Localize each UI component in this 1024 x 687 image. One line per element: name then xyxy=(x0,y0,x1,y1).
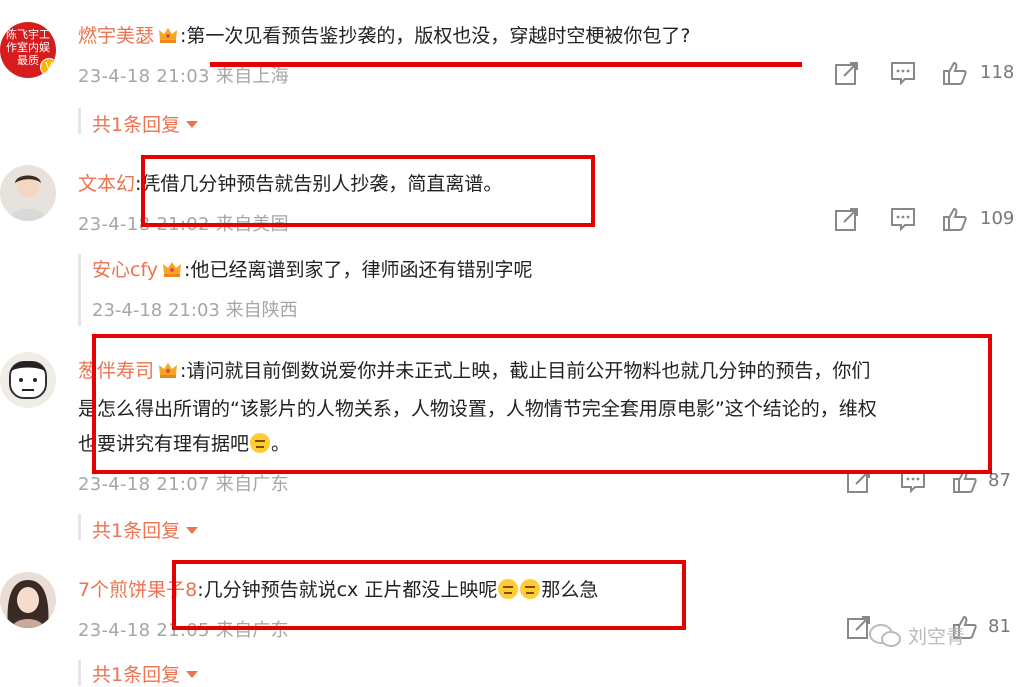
highlight-box xyxy=(92,334,992,474)
view-replies-link[interactable]: 共1条回复 xyxy=(92,660,199,687)
highlight-box xyxy=(172,560,686,630)
highlight-box xyxy=(141,155,595,227)
reply-divider xyxy=(78,660,81,686)
highlight-underline xyxy=(210,62,802,67)
watermark: 刘空青 xyxy=(868,622,965,649)
wechat-icon xyxy=(869,624,901,647)
chevron-down-icon xyxy=(186,671,199,678)
avatar[interactable] xyxy=(0,572,56,628)
like-count: 81 xyxy=(988,616,1011,637)
person-icon xyxy=(7,580,49,628)
